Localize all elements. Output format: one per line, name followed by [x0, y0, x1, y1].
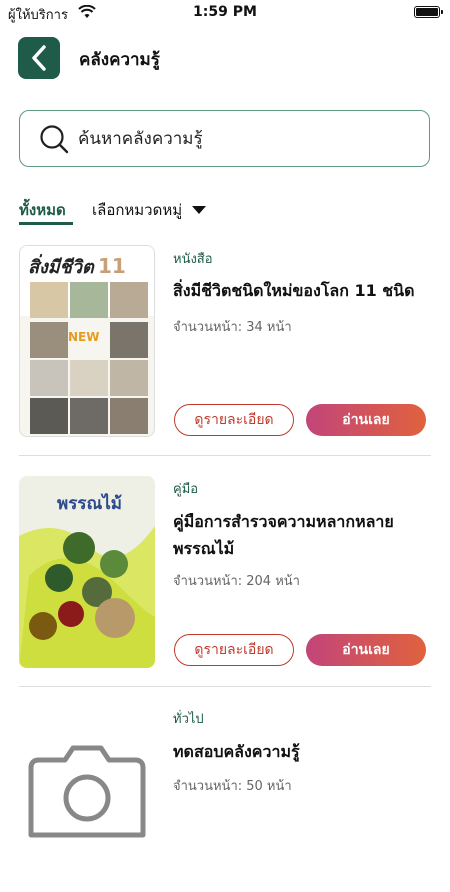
item-pages: จำนวนหน้า: 50 หน้า [173, 779, 292, 794]
clock: 1:59 PM [193, 4, 257, 20]
search-input[interactable] [76, 127, 410, 150]
read-button[interactable]: อ่านเลย [306, 404, 426, 436]
read-button[interactable]: อ่านเลย [306, 634, 426, 666]
item-title[interactable]: ทดสอบคลังความรู้ [173, 738, 435, 765]
status-bar: ผู้ให้บริการ 1:59 PM [0, 0, 450, 26]
cover-photo [30, 360, 68, 396]
chevron-left-icon [32, 45, 46, 71]
cover-photo [30, 398, 68, 434]
cover-title: สิ่งมีชีวิต [28, 257, 94, 278]
cover-photo [110, 360, 148, 396]
cover-title: พรรณไม้ [57, 494, 122, 514]
category-dropdown-label: เลือกหมวดหมู่ [92, 201, 183, 219]
battery-icon [414, 6, 443, 18]
item-category: คู่มือ [173, 482, 199, 497]
cover-photo [110, 398, 148, 434]
category-dropdown[interactable]: เลือกหมวดหมู่ [92, 198, 207, 222]
cover-photo [110, 322, 148, 358]
item-title[interactable]: สิ่งมีชีวิตชนิดใหม่ของโลก 11 ชนิด [173, 277, 435, 304]
item-pages: จำนวนหน้า: 34 หน้า [173, 320, 292, 335]
cover-photo [70, 360, 108, 396]
cover-badge: NEW [68, 330, 100, 344]
item-title[interactable]: คู่มือการสำรวจความหลากหลาย พรรณไม้ [173, 508, 435, 562]
cover-photo [70, 398, 108, 434]
search-box[interactable] [19, 110, 430, 167]
page-title: คลังความรู้ [79, 50, 160, 70]
book-cover-placeholder[interactable] [19, 700, 155, 892]
detail-button[interactable]: ดูรายละเอียด [174, 634, 294, 666]
search-icon [40, 124, 69, 153]
cover-photo [30, 282, 68, 318]
tab-active-indicator [19, 222, 73, 225]
detail-button[interactable]: ดูรายละเอียด [174, 404, 294, 436]
item-category: ทั่วไป [173, 712, 204, 727]
divider [19, 686, 431, 687]
cover-number: 11 [98, 254, 126, 278]
tab-all[interactable]: ทั้งหมด [19, 198, 66, 222]
book-cover[interactable]: สิ่งมีชีวิต 11 NEW [19, 245, 155, 437]
back-button[interactable] [18, 37, 60, 79]
item-pages: จำนวนหน้า: 204 หน้า [173, 574, 300, 589]
cover-photo [110, 282, 148, 318]
caret-down-icon [192, 206, 207, 214]
item-category: หนังสือ [173, 252, 213, 267]
divider [19, 455, 431, 456]
cover-photo [70, 282, 108, 318]
book-cover[interactable]: พรรณไม้ [19, 476, 155, 668]
camera-icon [28, 745, 146, 838]
cover-photo [30, 322, 68, 358]
